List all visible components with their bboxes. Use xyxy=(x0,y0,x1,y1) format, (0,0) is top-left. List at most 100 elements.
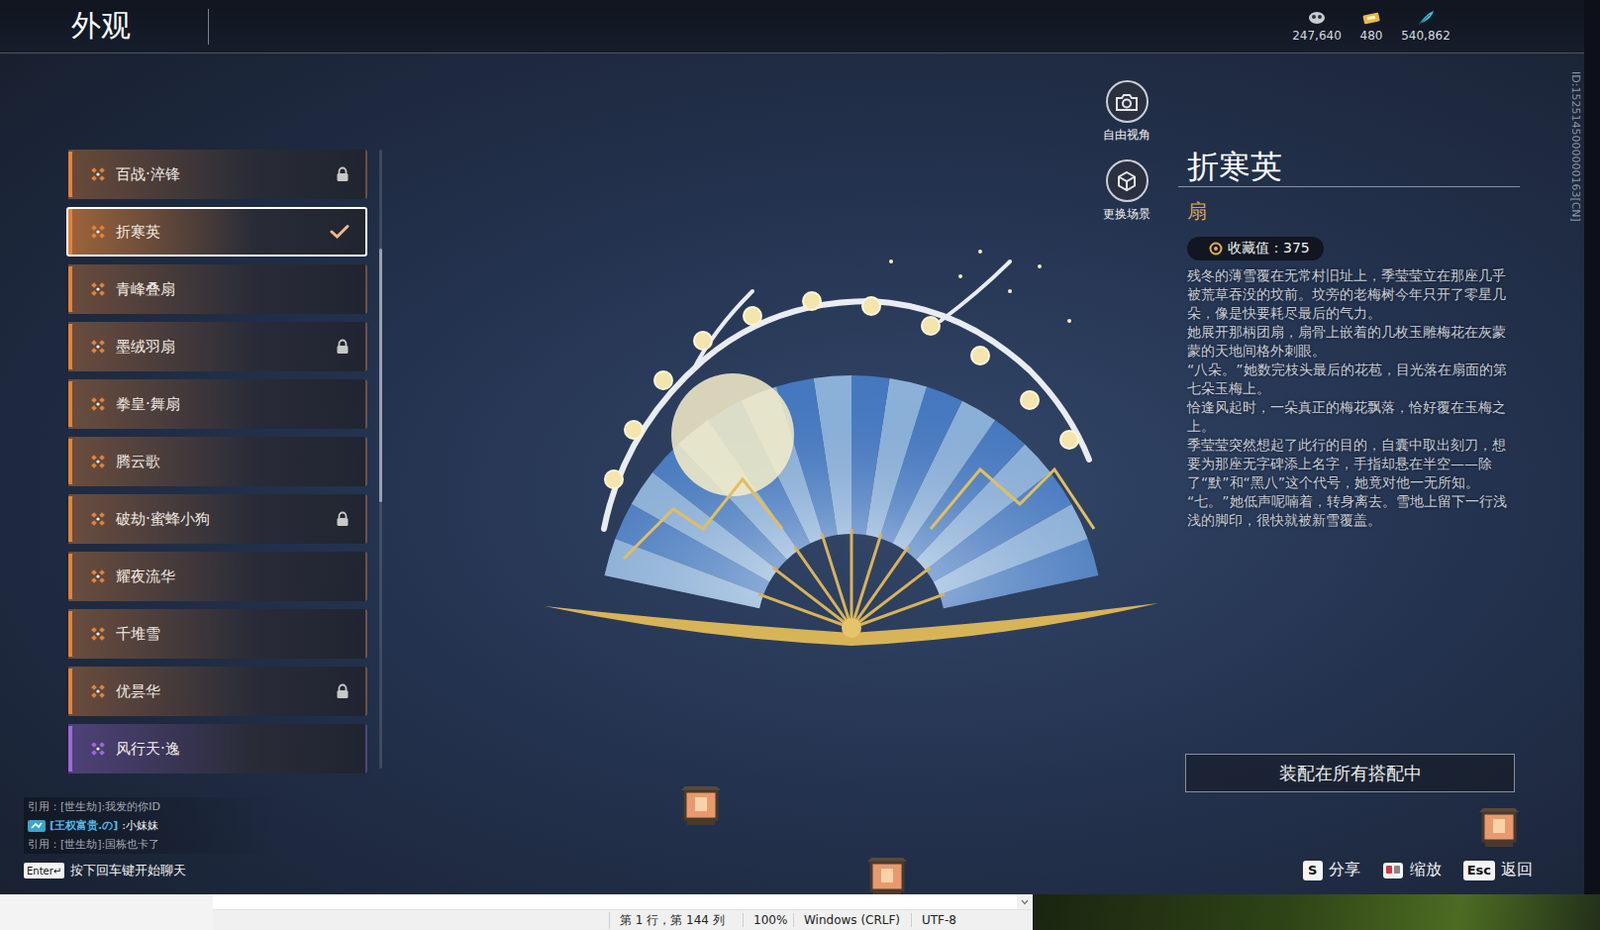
view-control-button[interactable] xyxy=(1105,80,1149,123)
appearance-item[interactable]: 腾云歌 xyxy=(66,436,368,487)
game-window: 外观247,640480540,862ID:1525145000000163[C… xyxy=(0,0,1585,895)
chat-hint-text: 按下回车键开始聊天 xyxy=(70,861,187,880)
collection-icon xyxy=(1208,241,1223,256)
view-control-button[interactable] xyxy=(1105,159,1149,202)
item-name: 千堆雪 xyxy=(115,624,350,644)
hotkey[interactable]: Esc返回 xyxy=(1463,859,1533,881)
hotkey-cap: Esc xyxy=(1463,860,1496,881)
item-description: 残冬的薄雪覆在无常村旧址上，季莹莹立在那座几乎被荒草吞没的坟前。坟旁的老梅树今年… xyxy=(1187,266,1516,530)
cube-icon xyxy=(1115,170,1138,193)
item-name: 折寒英 xyxy=(115,222,320,242)
description-paragraph: “八朵。”她数完枝头最后的花苞，目光落在扇面的第七朵玉梅上。 xyxy=(1187,360,1516,399)
check-icon xyxy=(329,223,350,240)
chat-text: 引用：[世生劫]:我发的你ID xyxy=(27,799,161,814)
collection-label: 收藏值：375 xyxy=(1227,239,1310,258)
appearance-item[interactable]: 千堆雪 xyxy=(66,608,368,659)
item-name: 拳皇·舞扇 xyxy=(115,395,350,414)
editor-content xyxy=(212,894,1033,910)
view-control-label: 自由视角 xyxy=(1102,126,1151,144)
window-edge xyxy=(1584,0,1600,895)
item-name: 耀夜流华 xyxy=(115,567,350,587)
lock-icon xyxy=(335,510,350,527)
scroll-down-button[interactable] xyxy=(1016,894,1033,909)
lamp-icon xyxy=(1471,803,1527,850)
rarity-icon xyxy=(90,166,106,183)
hotkey[interactable]: 缩放 xyxy=(1382,859,1442,881)
view-control[interactable]: 自由视角 xyxy=(1102,80,1151,144)
rarity-icon xyxy=(90,510,106,527)
main-area: 百战·淬锋折寒英青峰叠扇墨绒羽扇拳皇·舞扇腾云歌破劫·蜜蜂小狗耀夜流华千堆雪优昙… xyxy=(0,53,1585,798)
status-item: 100% xyxy=(742,912,794,927)
appearance-item[interactable]: 百战·淬锋 xyxy=(66,149,368,200)
hotkey[interactable]: S分享 xyxy=(1302,859,1361,881)
chat-input-hint[interactable]: Enter↵ 按下回车键开始聊天 xyxy=(23,861,282,880)
chat-line: 引用：[世生劫]:国栋也卡了 xyxy=(23,834,282,854)
currency-value: 480 xyxy=(1360,28,1384,43)
chat-channel: [王权富贵.の] xyxy=(49,817,118,833)
chat-text: 引用：[世生劫]:国栋也卡了 xyxy=(27,836,160,852)
top-bar: 外观247,640480540,862 xyxy=(0,0,1585,54)
description-paragraph: “七。”她低声呢喃着，转身离去。雪地上留下一行浅浅的脚印，很快就被新雪覆盖。 xyxy=(1187,492,1516,530)
ticket-icon xyxy=(1361,9,1382,26)
item-name: 优昙华 xyxy=(115,682,326,701)
collection-value: 收藏值：375 xyxy=(1187,236,1324,261)
appearance-item[interactable]: 优昙华 xyxy=(66,666,368,716)
appearance-item[interactable]: 耀夜流华 xyxy=(66,551,368,601)
currency-value: 540,862 xyxy=(1400,28,1451,43)
currency: 247,640 xyxy=(1291,9,1343,43)
channel-badge-icon xyxy=(27,819,46,832)
currency: 480 xyxy=(1345,9,1398,43)
chat-box: 引用：[世生劫]:我发的你ID[王权富贵.の]:小妹妹引用：[世生劫]:国栋也卡… xyxy=(23,797,282,881)
rarity-icon xyxy=(90,740,106,757)
appearance-list[interactable]: 百战·淬锋折寒英青峰叠扇墨绒羽扇拳皇·舞扇腾云歌破劫·蜜蜂小狗耀夜流华千堆雪优昙… xyxy=(66,149,368,792)
detail-panel: 折寒英扇收藏值：375残冬的薄雪覆在无常村旧址上，季莹莹立在那座几乎被荒草吞没的… xyxy=(1187,53,1516,798)
appearance-item[interactable]: 拳皇·舞扇 xyxy=(66,379,368,429)
enter-key: Enter↵ xyxy=(23,862,65,879)
rarity-icon xyxy=(90,625,106,642)
chat-line: [王权富贵.の]:小妹妹 xyxy=(23,815,282,835)
chat-line: 引用：[世生劫]:我发的你ID xyxy=(23,797,282,816)
lamp-icon xyxy=(673,782,729,828)
scrollbar-thumb[interactable] xyxy=(379,248,383,502)
status-item: Windows (CRLF) xyxy=(793,912,911,927)
appearance-item[interactable]: 风行天·逸 xyxy=(66,723,368,774)
hotkey-label: 返回 xyxy=(1500,859,1533,881)
appearance-list-panel: 百战·淬锋折寒英青峰叠扇墨绒羽扇拳皇·舞扇腾云歌破劫·蜜蜂小狗耀夜流华千堆雪优昙… xyxy=(0,53,389,798)
hotkey-label: 缩放 xyxy=(1409,859,1442,881)
hotkey-bar: S分享 缩放 Esc返回 xyxy=(1302,859,1533,881)
view-control[interactable]: 更换场景 xyxy=(1102,159,1151,223)
description-paragraph: 她展开那柄团扇，扇骨上嵌着的几枚玉雕梅花在灰蒙蒙的天地间格外刺眼。 xyxy=(1187,322,1516,361)
lock-icon xyxy=(335,338,350,355)
item-name: 破劫·蜜蜂小狗 xyxy=(115,509,326,529)
description-paragraph: 残冬的薄雪覆在无常村旧址上，季莹莹立在那座几乎被荒草吞没的坟前。坟旁的老梅树今年… xyxy=(1187,266,1516,323)
description-paragraph: 季莹莹突然想起了此行的目的，自囊中取出刻刀，想要为那座无字碑添上名字，手指却悬在… xyxy=(1187,435,1516,493)
scrollbar[interactable] xyxy=(379,149,383,769)
rarity-icon xyxy=(90,568,106,585)
desktop-strip: 第 1 行，第 144 列100%Windows (CRLF)UTF-8 xyxy=(0,894,1600,930)
appearance-item[interactable]: 青峰叠扇 xyxy=(66,264,368,314)
description-paragraph: 恰逢风起时，一朵真正的梅花飘落，恰好覆在玉梅之上。 xyxy=(1187,398,1516,436)
account-id-text: ID:1525145000000163[CN] xyxy=(1568,71,1583,222)
status-item: UTF-8 xyxy=(910,912,991,927)
item-name: 青峰叠扇 xyxy=(115,280,350,300)
currency: 540,862 xyxy=(1400,9,1452,43)
text-editor-window: 第 1 行，第 144 列100%Windows (CRLF)UTF-8 xyxy=(212,894,1033,930)
appearance-item[interactable]: 墨绒羽扇 xyxy=(66,321,368,372)
currency-value: 247,640 xyxy=(1292,28,1342,43)
rarity-icon xyxy=(90,683,106,700)
chevron-down-icon xyxy=(1020,899,1029,905)
lock-icon xyxy=(335,166,350,183)
equip-all-button[interactable]: 装配在所有搭配中 xyxy=(1185,753,1515,793)
appearance-item[interactable]: 破劫·蜜蜂小狗 xyxy=(66,494,368,544)
lamp-icon xyxy=(859,853,915,895)
blank-area xyxy=(0,894,213,930)
screen: 外观247,640480540,862ID:1525145000000163[C… xyxy=(0,0,1600,930)
rarity-icon xyxy=(90,281,106,298)
camera-icon xyxy=(1114,92,1139,112)
fan-render[interactable] xyxy=(514,231,1189,688)
hotkey-label: 分享 xyxy=(1328,859,1361,881)
appearance-item[interactable]: 折寒英 xyxy=(66,206,368,257)
item-name: 百战·淬锋 xyxy=(115,165,326,185)
rarity-icon xyxy=(90,338,106,355)
item-title: 折寒英 xyxy=(1178,146,1520,188)
